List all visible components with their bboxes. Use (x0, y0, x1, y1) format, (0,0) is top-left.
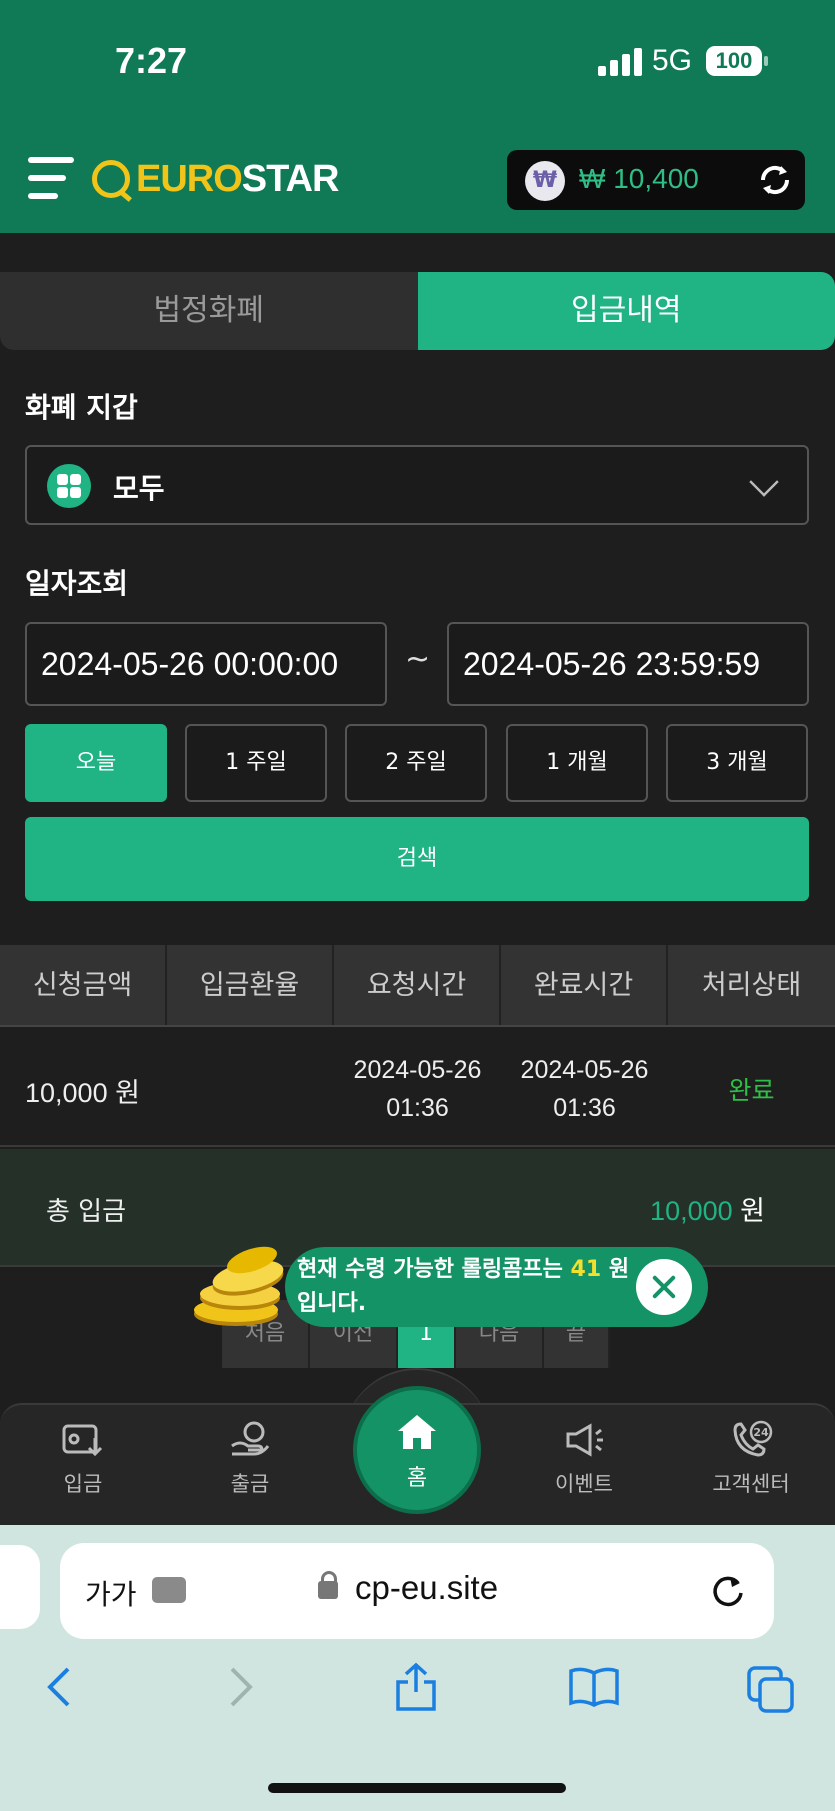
nav-deposit-label: 입금 (63, 1472, 103, 1496)
url-text: cp-eu.site (355, 1569, 499, 1606)
date-separator: ~ (405, 642, 431, 677)
all-grid-icon (47, 464, 91, 508)
support-badge-text: 24 (753, 1426, 769, 1439)
nav-support[interactable]: 24 고객센터 (686, 1420, 816, 1498)
close-icon[interactable] (636, 1259, 692, 1315)
search-button[interactable]: 검색 (25, 817, 809, 901)
wallet-selected-value: 모두 (113, 472, 165, 505)
app-header: 7:27 5G 100 EUROSTAR ₩ ₩ 10,400 (0, 0, 835, 233)
reload-icon[interactable] (710, 1571, 746, 1609)
balance-amount: ₩ 10,400 (579, 163, 699, 194)
previous-tab-preview[interactable] (0, 1545, 40, 1629)
range-1month-button[interactable]: 1 개월 (506, 724, 648, 802)
menu-icon[interactable] (28, 155, 74, 201)
date-from-input[interactable] (25, 622, 387, 706)
range-1week-button[interactable]: 1 주일 (185, 724, 327, 802)
total-amount: 10,000 (650, 1196, 733, 1226)
gold-coins-icon (194, 1246, 284, 1326)
share-icon[interactable] (394, 1662, 438, 1712)
row-requested-time-text: 01:36 (386, 1094, 449, 1122)
nav-withdraw[interactable]: 출금 (185, 1420, 315, 1498)
date-to-input[interactable] (447, 622, 809, 706)
bookmarks-icon[interactable] (568, 1665, 620, 1709)
toast-text-before: 현재 수령 가능한 롤링콤프는 (297, 1257, 571, 1282)
logo-star-text: STAR (241, 157, 340, 200)
header-completed: 완료시간 (501, 945, 668, 1025)
chevron-down-icon (749, 467, 779, 497)
range-2week-button[interactable]: 2 주일 (345, 724, 487, 802)
nav-withdraw-label: 출금 (230, 1472, 270, 1496)
header-requested: 요청시간 (334, 945, 501, 1025)
wallet-label: 화폐 지갑 (25, 391, 138, 424)
table-row: 10,000 원 2024-05-26 01:36 2024-05-26 01:… (0, 1029, 835, 1147)
won-coin-icon: ₩ (525, 161, 565, 201)
row-completed-time-text: 01:36 (553, 1094, 616, 1122)
extension-icon[interactable] (152, 1577, 186, 1603)
network-type: 5G (652, 44, 693, 77)
withdraw-icon (231, 1421, 270, 1456)
row-requested-time: 2024-05-26 01:36 (334, 1051, 501, 1127)
tabs-icon[interactable] (746, 1665, 796, 1713)
nav-event-label: 이벤트 (555, 1472, 613, 1496)
row-status: 완료 (728, 1077, 775, 1105)
support-24-icon: 24 (733, 1420, 773, 1457)
back-icon[interactable] (44, 1665, 74, 1709)
total-label: 총 입금 (46, 1197, 127, 1227)
status-time: 7:27 (115, 40, 188, 81)
date-filter-label: 일자조회 (25, 567, 129, 600)
header-rate: 입금환율 (167, 945, 334, 1025)
home-icon (398, 1415, 436, 1449)
signal-icon (598, 48, 642, 76)
lock-icon (318, 1571, 338, 1599)
range-today-button[interactable]: 오늘 (25, 724, 167, 802)
reader-settings-button[interactable]: 가가 (85, 1573, 137, 1613)
toast-amount: 41 (570, 1257, 602, 1282)
address-bar[interactable]: 가가 cp-eu.site (60, 1543, 774, 1639)
forward-icon[interactable] (226, 1665, 256, 1709)
header-status: 처리상태 (701, 970, 802, 1001)
logo-euro-text: EURO (136, 157, 243, 200)
toast-message: 현재 수령 가능한 롤링콤프는 41 원 입니다. (297, 1253, 637, 1321)
rolling-comp-toast: 현재 수령 가능한 롤링콤프는 41 원 입니다. (285, 1247, 708, 1327)
nav-event[interactable]: 이벤트 (519, 1420, 649, 1498)
nav-home[interactable]: 홈 (353, 1386, 481, 1514)
battery-icon: 100 (706, 46, 768, 76)
header-amount: 신청금액 (0, 945, 167, 1025)
row-completed-date-text: 2024-05-26 (520, 1056, 649, 1084)
row-requested-date-text: 2024-05-26 (353, 1056, 482, 1084)
logo-q-icon (92, 160, 130, 198)
deposit-icon (62, 1424, 103, 1457)
eurostar-logo[interactable]: EUROSTAR (92, 157, 340, 201)
total-value: 10,000 원 (650, 1189, 765, 1228)
row-completed-time: 2024-05-26 01:36 (501, 1051, 668, 1127)
home-indicator (268, 1783, 566, 1793)
table-header: 신청금액 입금환율 요청시간 완료시간 처리상태 (0, 945, 835, 1027)
balance-display: ₩ ₩ 10,400 (507, 150, 805, 210)
wallet-select[interactable]: 모두 (25, 445, 809, 525)
refresh-icon[interactable] (757, 162, 793, 198)
megaphone-icon (566, 1423, 603, 1457)
range-3month-button[interactable]: 3 개월 (666, 724, 808, 802)
nav-deposit[interactable]: 입금 (18, 1420, 148, 1498)
nav-support-label: 고객센터 (712, 1472, 790, 1496)
nav-home-label: 홈 (406, 1466, 428, 1491)
tab-fiat[interactable]: 법정화폐 (0, 272, 418, 350)
row-amount: 10,000 원 (25, 1078, 140, 1108)
tab-deposit-history[interactable]: 입금내역 (417, 272, 835, 350)
tab-bar: 법정화폐 입금내역 (0, 272, 835, 350)
total-unit: 원 (740, 1196, 765, 1226)
